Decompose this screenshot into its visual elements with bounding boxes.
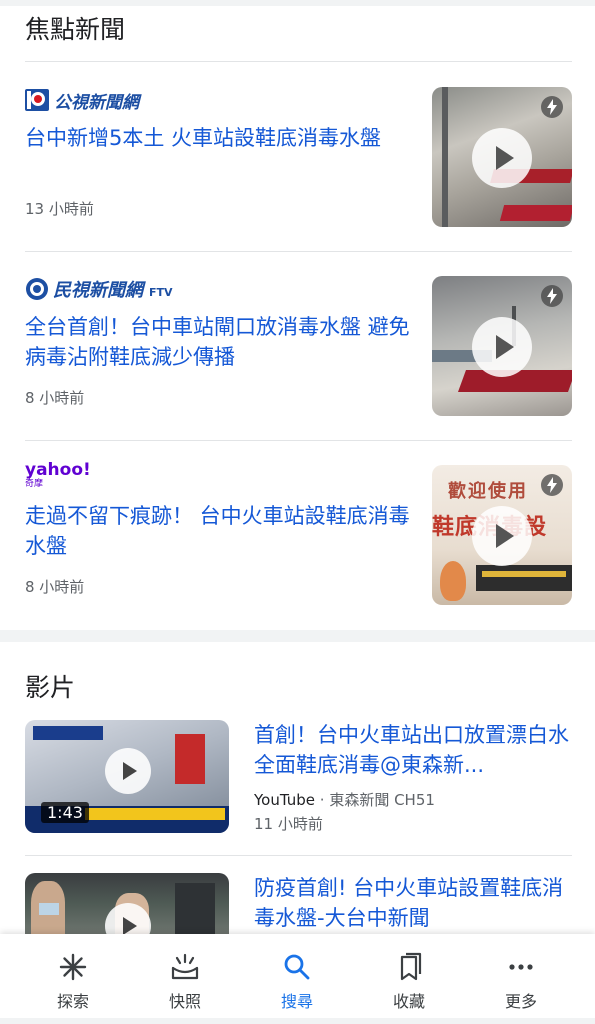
video-thumbnail[interactable]: 1:43 xyxy=(25,720,229,833)
ftv-logo-icon xyxy=(26,278,48,300)
nav-label: 收藏 xyxy=(392,992,425,1011)
section-separator-band xyxy=(0,630,595,642)
section-title-focus-news: 焦點新聞 xyxy=(25,15,126,44)
collections-icon xyxy=(400,952,422,981)
play-icon xyxy=(105,748,151,794)
news-timestamp: 8 小時前 xyxy=(25,578,85,596)
play-icon xyxy=(472,506,532,566)
video-item-2[interactable]: 防疫首創! 台中火車站設置鞋底消毒水盤-大台中新聞 xyxy=(0,873,595,935)
news-headline[interactable]: 全台首創！台中車站閘口放消毒水盤 避免病毒沾附鞋底減少傳播 xyxy=(25,312,417,372)
news-thumbnail[interactable] xyxy=(432,276,572,416)
video-title[interactable]: 防疫首創! 台中火車站設置鞋底消毒水盤-大台中新聞 xyxy=(254,873,574,933)
nav-collections[interactable]: 收藏 xyxy=(359,934,459,1024)
nav-more[interactable]: 更多 xyxy=(471,934,571,1024)
video-item-1[interactable]: 1:43 首創！台中火車站出口放置漂白水全面鞋底消毒@東森新... YouTub… xyxy=(0,720,595,855)
yahoo-logo-sub: 奇摩 xyxy=(25,479,44,489)
video-platform: YouTube xyxy=(254,791,315,809)
source-name: 民視新聞網 xyxy=(53,280,143,301)
nav-label: 搜尋 xyxy=(280,992,313,1011)
search-icon xyxy=(284,954,310,980)
video-source: YouTube · 東森新聞 CH51 xyxy=(254,789,435,810)
news-card-3[interactable]: yahoo! 奇摩 走過不留下痕跡！ 台中火車站設鞋底消毒水盤 8 小時前 歡迎… xyxy=(0,441,595,629)
source-logo-pts: 公視新聞網 xyxy=(25,86,139,114)
news-card-2[interactable]: 民視新聞網 FTV 全台首創！台中車站閘口放消毒水盤 避免病毒沾附鞋底減少傳播 … xyxy=(0,252,595,440)
amp-lightning-icon xyxy=(541,285,563,307)
nav-label: 探索 xyxy=(56,992,89,1011)
video-thumbnail[interactable] xyxy=(25,873,229,935)
bottom-navigation: 探索 快照 搜尋 收藏 更多 xyxy=(0,934,595,1024)
more-dots-icon xyxy=(509,964,533,970)
play-icon xyxy=(472,317,532,377)
news-timestamp: 13 小時前 xyxy=(25,200,94,218)
news-headline[interactable]: 台中新增5本土 火車站設鞋底消毒水盤 xyxy=(25,123,417,153)
news-headline[interactable]: 走過不留下痕跡！ 台中火車站設鞋底消毒水盤 xyxy=(25,501,417,561)
video-duration: 1:43 xyxy=(41,802,89,823)
top-strip xyxy=(0,0,595,6)
video-timestamp: 11 小時前 xyxy=(254,815,323,833)
source-logo-ftv: 民視新聞網 FTV xyxy=(25,275,173,303)
news-card-1[interactable]: 公視新聞網 台中新增5本土 火車站設鞋底消毒水盤 13 小時前 xyxy=(0,63,595,251)
video-title[interactable]: 首創！台中火車站出口放置漂白水全面鞋底消毒@東森新... xyxy=(254,720,574,780)
nav-snapshot[interactable]: 快照 xyxy=(135,934,235,1024)
nav-search[interactable]: 搜尋 xyxy=(247,934,347,1024)
asterisk-icon xyxy=(59,953,87,981)
source-logo-yahoo: yahoo! 奇摩 xyxy=(25,461,91,489)
news-timestamp: 8 小時前 xyxy=(25,389,85,407)
source-suffix: FTV xyxy=(149,285,173,299)
play-icon xyxy=(472,128,532,188)
yahoo-logo-text: yahoo! xyxy=(25,460,91,480)
pts-logo-icon xyxy=(25,89,49,111)
snapshot-icon xyxy=(171,953,199,980)
divider xyxy=(25,855,572,856)
news-thumbnail[interactable]: 歡迎使用 鞋底消毒設 xyxy=(432,465,572,605)
system-gesture-bar xyxy=(0,1018,595,1024)
nav-label: 更多 xyxy=(504,992,537,1011)
amp-lightning-icon xyxy=(541,474,563,496)
divider xyxy=(25,61,572,62)
nav-label: 快照 xyxy=(168,992,201,1011)
amp-lightning-icon xyxy=(541,96,563,118)
section-title-videos: 影片 xyxy=(25,673,76,702)
source-name: 公視新聞網 xyxy=(54,92,139,113)
nav-discover[interactable]: 探索 xyxy=(23,934,123,1024)
news-thumbnail[interactable] xyxy=(432,87,572,227)
video-channel: · 東森新聞 CH51 xyxy=(319,791,435,809)
